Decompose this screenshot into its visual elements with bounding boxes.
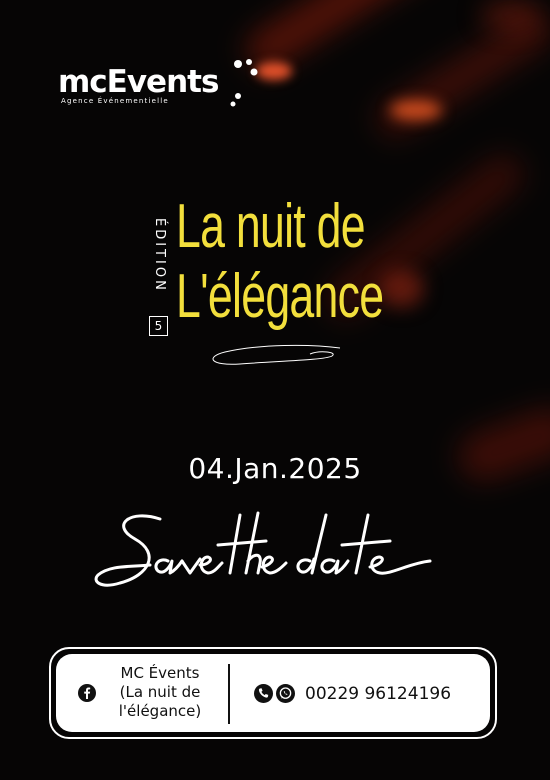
bokeh-light: [256, 62, 292, 80]
edition-label: ÉDITION: [152, 217, 167, 293]
whatsapp-icon: [276, 684, 295, 703]
save-the-date-script: [94, 511, 432, 587]
edition-number: 5: [149, 316, 168, 336]
logo-name: mcEvents: [58, 64, 219, 100]
contact-name: MC Évents (La nuit de l'élégance): [100, 664, 220, 721]
bokeh-light: [390, 100, 442, 120]
contact-name-line: MC Évents: [120, 664, 200, 682]
contact-name-line: (La nuit de: [119, 683, 201, 701]
phone-icon: [254, 684, 273, 703]
bokeh-light: [380, 270, 424, 308]
bokeh-light: [480, 0, 540, 30]
contact-phone[interactable]: 00229 96124196: [305, 683, 451, 705]
event-date: 04.Jan.2025: [188, 452, 362, 485]
swirl-ornament-icon: [212, 344, 341, 365]
brand-logo: mcEvents Agence Événementielle: [58, 59, 258, 114]
contact-name-line: l'élégance): [118, 702, 202, 720]
event-poster: mcEvents Agence Événementielle ÉDITION 5…: [0, 0, 550, 780]
contact-social: MC Évents (La nuit de l'élégance): [74, 664, 224, 724]
logo-dots-icon: [230, 59, 258, 107]
event-title-line2: L'élégance: [176, 262, 384, 331]
event-title-line1: La nuit de: [176, 192, 366, 261]
facebook-icon: [78, 684, 96, 702]
logo-tagline: Agence Événementielle: [61, 97, 169, 105]
card-divider: [228, 664, 230, 724]
